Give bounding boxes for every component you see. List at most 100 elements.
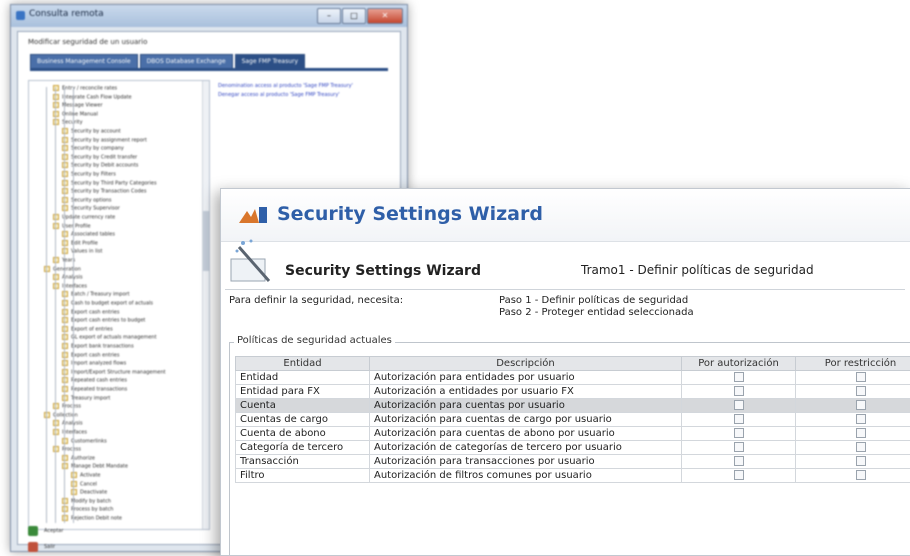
grant-access-link[interactable]: Denomination access al producto 'Sage FM… [218,82,353,91]
tree-item[interactable]: Security by account [62,128,121,135]
tree-item[interactable]: Repeated transactions [62,386,127,393]
security-wizard-window: Security Settings Wizard Security Settin… [220,188,910,556]
description-cell: Autorización de categorías de tercero po… [370,441,682,455]
tree-item[interactable]: Process [53,403,81,410]
tree-item[interactable]: Export cash entries to budget [62,317,145,324]
restriction-cell [796,385,910,399]
close-button[interactable]: ✕ [367,8,403,24]
deny-access-link[interactable]: Denegar acceso al producto 'Sage FMP Tre… [218,91,353,100]
entity-cell: Cuenta de abono [236,427,370,441]
tree-item[interactable]: Export cash entries [62,309,119,316]
restriction-checkbox[interactable] [856,428,866,438]
authorization-checkbox[interactable] [734,414,744,424]
intro-text: Para definir la seguridad, necesita: [229,295,403,306]
tree-item[interactable]: Cancel [71,481,97,488]
restriction-checkbox[interactable] [856,470,866,480]
authorization-cell [682,469,796,483]
tree-item[interactable]: Treasury import [62,395,110,402]
restriction-checkbox[interactable] [856,386,866,396]
restriction-checkbox[interactable] [856,372,866,382]
tree-item[interactable]: Customerlinks [62,438,107,445]
tree-item[interactable]: Online Manual [53,111,98,118]
tree-item[interactable]: Security by company [62,145,124,152]
tree-item[interactable]: Process by batch [62,506,113,513]
description-cell: Autorización de filtros comunes por usua… [370,469,682,483]
restriction-checkbox[interactable] [856,442,866,452]
table-row[interactable]: Filtro Autorización de filtros comunes p… [236,469,910,483]
tree-connector [46,87,47,523]
tree-item[interactable]: Message Viewer [53,102,103,109]
tree-item[interactable]: Interfaces [53,429,87,436]
accept-label[interactable]: Aceptar [44,528,63,534]
maximize-button[interactable]: □ [342,8,366,24]
table-row[interactable]: Transacción Autorización para transaccio… [236,455,910,469]
authorization-checkbox[interactable] [734,372,744,382]
tree-item[interactable]: Activate [71,472,101,479]
tree-item[interactable]: Cash to budget export of actuals [62,300,153,307]
entity-cell: Categoría de tercero [236,441,370,455]
restriction-cell [796,413,910,427]
authorization-cell [682,413,796,427]
column-header-entity[interactable]: Entidad [236,357,370,371]
column-header-description[interactable]: Descripción [370,357,682,371]
description-cell: Autorización para transacciones por usua… [370,455,682,469]
tree-item[interactable]: Interfaces [53,283,87,290]
column-header-by-authorization[interactable]: Por autorización [682,357,796,371]
tree-item[interactable]: Analysis [53,420,83,427]
authorization-checkbox[interactable] [734,386,744,396]
tree-item[interactable]: GL export of actuals management [62,334,157,341]
tree-scroll-thumb[interactable] [203,211,209,271]
tree-item[interactable]: User Profile [53,223,91,230]
tree-item[interactable]: Security options [62,197,112,204]
description-cell: Autorización para cuentas de abono por u… [370,427,682,441]
tree-item[interactable]: Import/Export Structure management [62,369,166,376]
restriction-checkbox[interactable] [856,414,866,424]
authorization-checkbox[interactable] [734,470,744,480]
wizard-step-band: Security Settings Wizard Tramo1 - Defini… [221,243,910,287]
authorization-checkbox[interactable] [734,400,744,410]
tree-item[interactable]: Edit Profile [62,240,98,247]
exit-label[interactable]: Salir [44,544,55,550]
tree-scrollbar[interactable] [202,81,209,529]
authorization-cell [682,399,796,413]
tree-item[interactable]: Export cash entries [62,352,119,359]
tree-item[interactable]: Repeated cash entries [62,377,127,384]
accept-icon[interactable] [28,526,38,536]
restriction-checkbox[interactable] [856,400,866,410]
authorization-checkbox[interactable] [734,428,744,438]
permissions-tree[interactable]: Entry / reconcile ratesIntegrate Cash Fl… [28,80,210,530]
tree-item[interactable]: Modify by batch [62,498,111,505]
tree-item[interactable]: Export of entries [62,326,113,333]
tree-item[interactable]: Manage Debt Mandate [62,463,128,470]
tree-item[interactable]: Update currency rate [53,214,115,221]
table-row[interactable]: Entidad para FX Autorización a entidades… [236,385,910,399]
tree-item[interactable]: Security Supervisor [62,205,120,212]
tree-item[interactable]: Generation [44,266,81,273]
restriction-checkbox[interactable] [856,456,866,466]
tree-item[interactable]: Analysis [53,274,83,281]
tree-item[interactable]: Import analyzed flows [62,360,126,367]
exit-icon[interactable] [28,542,38,552]
tree-item[interactable]: Deactivate [71,489,107,496]
tree-item[interactable]: Security by Filters [62,171,116,178]
authorization-checkbox[interactable] [734,456,744,466]
tree-item[interactable]: Entry / reconcile rates [53,85,117,92]
table-row[interactable]: Cuenta de abono Autorización para cuenta… [236,427,910,441]
column-header-by-restriction[interactable]: Por restricción [796,357,910,371]
tree-item[interactable]: Values in list [62,248,102,255]
tree-item[interactable]: Security by assignment report [62,137,147,144]
tree-item[interactable]: Security [53,119,83,126]
minimize-button[interactable]: – [317,8,341,24]
tree-item[interactable]: Security by Third Party Categories [62,180,157,187]
tree-item[interactable]: Associated tables [62,231,115,238]
tree-item[interactable]: Process [53,446,81,453]
tree-item[interactable]: Authorize [62,455,95,462]
authorization-checkbox[interactable] [734,442,744,452]
table-row[interactable]: Cuentas de cargo Autorización para cuent… [236,413,910,427]
table-row[interactable]: Categoría de tercero Autorización de cat… [236,441,910,455]
step-1: Paso 1 - Definir políticas de seguridad [499,295,694,307]
tree-item[interactable]: Rejection Debit note [62,515,122,522]
tree-item[interactable]: Security by Transaction Codes [62,188,146,195]
table-row-selected[interactable]: Cuenta Autorización para cuentas por usu… [236,399,910,413]
table-row[interactable]: Entidad Autorización para entidades por … [236,371,910,385]
